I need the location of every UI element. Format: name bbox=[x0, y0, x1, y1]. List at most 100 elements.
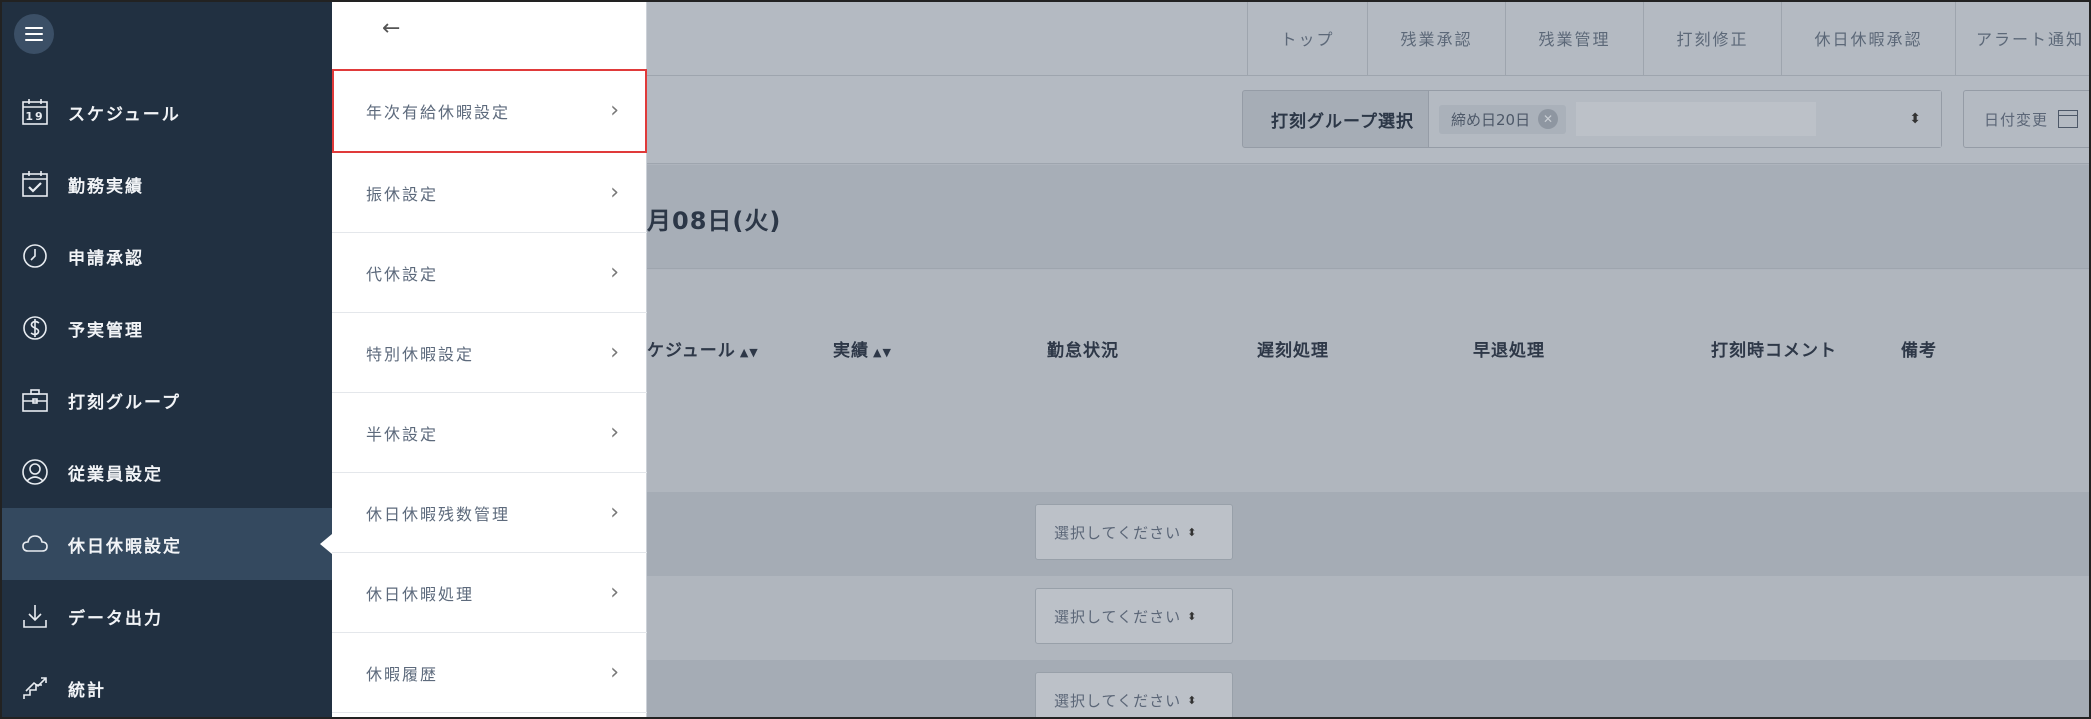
attendance-status-select[interactable]: 選択してください ⬍ bbox=[1035, 504, 1233, 560]
top-navigation: トップ 残業承認 残業管理 打刻修正 休日休暇承認 アラート通知 bbox=[647, 0, 2091, 76]
header-schedule[interactable]: ケジュール ▲▼ bbox=[647, 336, 759, 361]
submenu-item-substitute-holiday[interactable]: 振休設定 › bbox=[332, 153, 647, 233]
calendar-icon: 19 bbox=[20, 97, 50, 127]
group-search-input[interactable] bbox=[1576, 102, 1817, 136]
punch-group-select: 打刻グループ選択 締め日20日 ✕ ⬍ bbox=[1242, 90, 1942, 148]
calendar-icon bbox=[2058, 110, 2079, 128]
close-icon[interactable]: ✕ bbox=[1538, 109, 1559, 129]
submenu-item-label: 代休設定 bbox=[366, 264, 439, 284]
submenu-item-annual-paid-leave[interactable]: 年次有給休暇設定 › bbox=[332, 69, 647, 153]
sidebar-item-work-record[interactable]: 勤務実績 bbox=[0, 148, 332, 220]
header-attendance-status: 勤怠状況 bbox=[1047, 341, 1119, 361]
table-row: 選択してください ⬍ bbox=[647, 492, 2091, 576]
chevron-right-icon: › bbox=[610, 98, 621, 123]
sidebar-item-approval[interactable]: 申請承認 bbox=[0, 220, 332, 292]
sidebar-item-label: 勤務実績 bbox=[68, 176, 144, 197]
back-arrow-icon[interactable]: ← bbox=[382, 16, 400, 41]
main-content: トップ 残業承認 残業管理 打刻修正 休日休暇承認 アラート通知 打刻グループ選… bbox=[647, 0, 2091, 719]
tab-holiday-approval[interactable]: 休日休暇承認 bbox=[1781, 0, 1955, 76]
tab-overtime-management[interactable]: 残業管理 bbox=[1505, 0, 1643, 76]
calendar-check-icon bbox=[20, 169, 50, 199]
header-early-leave: 早退処理 bbox=[1473, 341, 1545, 361]
current-date: 月08日(火) bbox=[647, 207, 782, 235]
header-late-processing: 遅刻処理 bbox=[1257, 341, 1329, 361]
submenu-item-label: 半休設定 bbox=[366, 424, 439, 444]
sidebar: 19 スケジュール 勤務実績 申請承認 予実管理 打刻グループ 従業員設定 休日… bbox=[0, 0, 332, 719]
sidebar-item-label: 統計 bbox=[68, 680, 106, 701]
sidebar-item-punch-group[interactable]: 打刻グループ bbox=[0, 364, 332, 436]
tab-overtime-approval[interactable]: 残業承認 bbox=[1367, 0, 1505, 76]
submenu-panel: ← 年次有給休暇設定 › 振休設定 › 代休設定 › 特別休暇設定 › 半休設定… bbox=[332, 0, 647, 719]
selected-group-chip: 締め日20日 ✕ bbox=[1438, 104, 1567, 134]
tab-top[interactable]: トップ bbox=[1247, 0, 1367, 76]
attendance-status-select[interactable]: 選択してください ⬍ bbox=[1035, 588, 1233, 644]
attendance-status-select[interactable]: 選択してください ⬍ bbox=[1035, 672, 1233, 719]
submenu-item-compensatory-holiday[interactable]: 代休設定 › bbox=[332, 233, 647, 313]
submenu-item-leave-processing[interactable]: 休日休暇処理 › bbox=[332, 553, 647, 633]
attendance-table: ケジュール ▲▼ 実績 ▲▼ 勤怠状況 遅刻処理 早退処理 打刻時コメント 備考 選… bbox=[647, 270, 2091, 719]
sort-icon: ▲▼ bbox=[873, 346, 892, 359]
sidebar-item-label: 申請承認 bbox=[68, 248, 144, 269]
submenu-item-half-day[interactable]: 半休設定 › bbox=[332, 393, 647, 473]
sidebar-item-statistics[interactable]: 統計 bbox=[0, 652, 332, 719]
filter-bar: 打刻グループ選択 締め日20日 ✕ ⬍ 日付変更 bbox=[647, 76, 2091, 164]
submenu-list: 年次有給休暇設定 › 振休設定 › 代休設定 › 特別休暇設定 › 半休設定 ›… bbox=[332, 69, 647, 713]
chevron-right-icon: › bbox=[610, 420, 621, 445]
chevron-right-icon: › bbox=[610, 500, 621, 525]
briefcase-icon bbox=[20, 385, 50, 415]
header-label: ケジュール bbox=[647, 341, 736, 361]
submenu-item-special-leave[interactable]: 特別休暇設定 › bbox=[332, 313, 647, 393]
select-placeholder: 選択してください bbox=[1054, 523, 1182, 542]
submenu-item-label: 休日休暇残数管理 bbox=[366, 504, 511, 524]
date-banner: 月08日(火) bbox=[647, 165, 2091, 269]
menu-toggle-button[interactable] bbox=[14, 14, 54, 54]
submenu-item-label: 年次有給休暇設定 bbox=[366, 102, 511, 122]
punch-group-field[interactable]: 締め日20日 ✕ ⬍ bbox=[1427, 91, 1941, 147]
table-row: 選択してください ⬍ bbox=[647, 660, 2091, 719]
punch-group-label: 打刻グループ選択 bbox=[1271, 111, 1414, 132]
submenu-item-label: 休暇履歴 bbox=[366, 664, 439, 684]
submenu-item-leave-history[interactable]: 休暇履歴 › bbox=[332, 633, 647, 713]
submenu-item-label: 休日休暇処理 bbox=[366, 584, 475, 604]
chip-label: 締め日20日 bbox=[1450, 110, 1531, 129]
select-placeholder: 選択してください bbox=[1054, 607, 1182, 626]
updown-icon: ⬍ bbox=[1187, 609, 1198, 623]
sidebar-item-label: 休日休暇設定 bbox=[68, 536, 182, 557]
chevron-right-icon: › bbox=[610, 180, 621, 205]
sidebar-item-label: データ出力 bbox=[68, 608, 163, 629]
user-icon bbox=[20, 457, 50, 487]
header-label: 実績 bbox=[833, 341, 869, 361]
sidebar-nav: 19 スケジュール 勤務実績 申請承認 予実管理 打刻グループ 従業員設定 休日… bbox=[0, 76, 332, 719]
sidebar-item-label: スケジュール bbox=[68, 104, 181, 125]
select-placeholder: 選択してください bbox=[1054, 691, 1182, 710]
sidebar-item-data-export[interactable]: データ出力 bbox=[0, 580, 332, 652]
header-actual[interactable]: 実績 ▲▼ bbox=[833, 336, 892, 361]
cloud-icon bbox=[20, 529, 50, 559]
chevron-right-icon: › bbox=[610, 260, 621, 285]
clock-icon bbox=[20, 241, 50, 271]
top-tabs: トップ 残業承認 残業管理 打刻修正 休日休暇承認 アラート通知 bbox=[1247, 0, 2091, 76]
chevron-right-icon: › bbox=[610, 340, 621, 365]
tab-alert-notification[interactable]: アラート通知 bbox=[1955, 0, 2091, 76]
date-change-button[interactable]: 日付変更 bbox=[1963, 90, 2091, 148]
chevron-right-icon: › bbox=[610, 580, 621, 605]
calendar-day-label: 19 bbox=[25, 110, 44, 123]
download-icon bbox=[20, 601, 50, 631]
tab-punch-correction[interactable]: 打刻修正 bbox=[1643, 0, 1781, 76]
sidebar-item-holiday-settings[interactable]: 休日休暇設定 bbox=[0, 508, 332, 580]
sidebar-item-label: 従業員設定 bbox=[68, 464, 163, 485]
header-notes: 備考 bbox=[1901, 341, 1937, 361]
table-row: 選択してください ⬍ bbox=[647, 576, 2091, 660]
sort-icon: ▲▼ bbox=[739, 346, 759, 359]
sidebar-item-label: 予実管理 bbox=[68, 320, 144, 341]
submenu-item-label: 振休設定 bbox=[366, 184, 439, 204]
hamburger-icon bbox=[25, 27, 43, 41]
dollar-icon bbox=[20, 313, 50, 343]
sidebar-item-employee[interactable]: 従業員設定 bbox=[0, 436, 332, 508]
sidebar-item-schedule[interactable]: 19 スケジュール bbox=[0, 76, 332, 148]
sidebar-item-budget[interactable]: 予実管理 bbox=[0, 292, 332, 364]
submenu-item-leave-balance[interactable]: 休日休暇残数管理 › bbox=[332, 473, 647, 553]
header-punch-comment: 打刻時コメント bbox=[1711, 341, 1837, 361]
updown-icon: ⬍ bbox=[1187, 693, 1198, 707]
updown-icon: ⬍ bbox=[1187, 525, 1198, 539]
